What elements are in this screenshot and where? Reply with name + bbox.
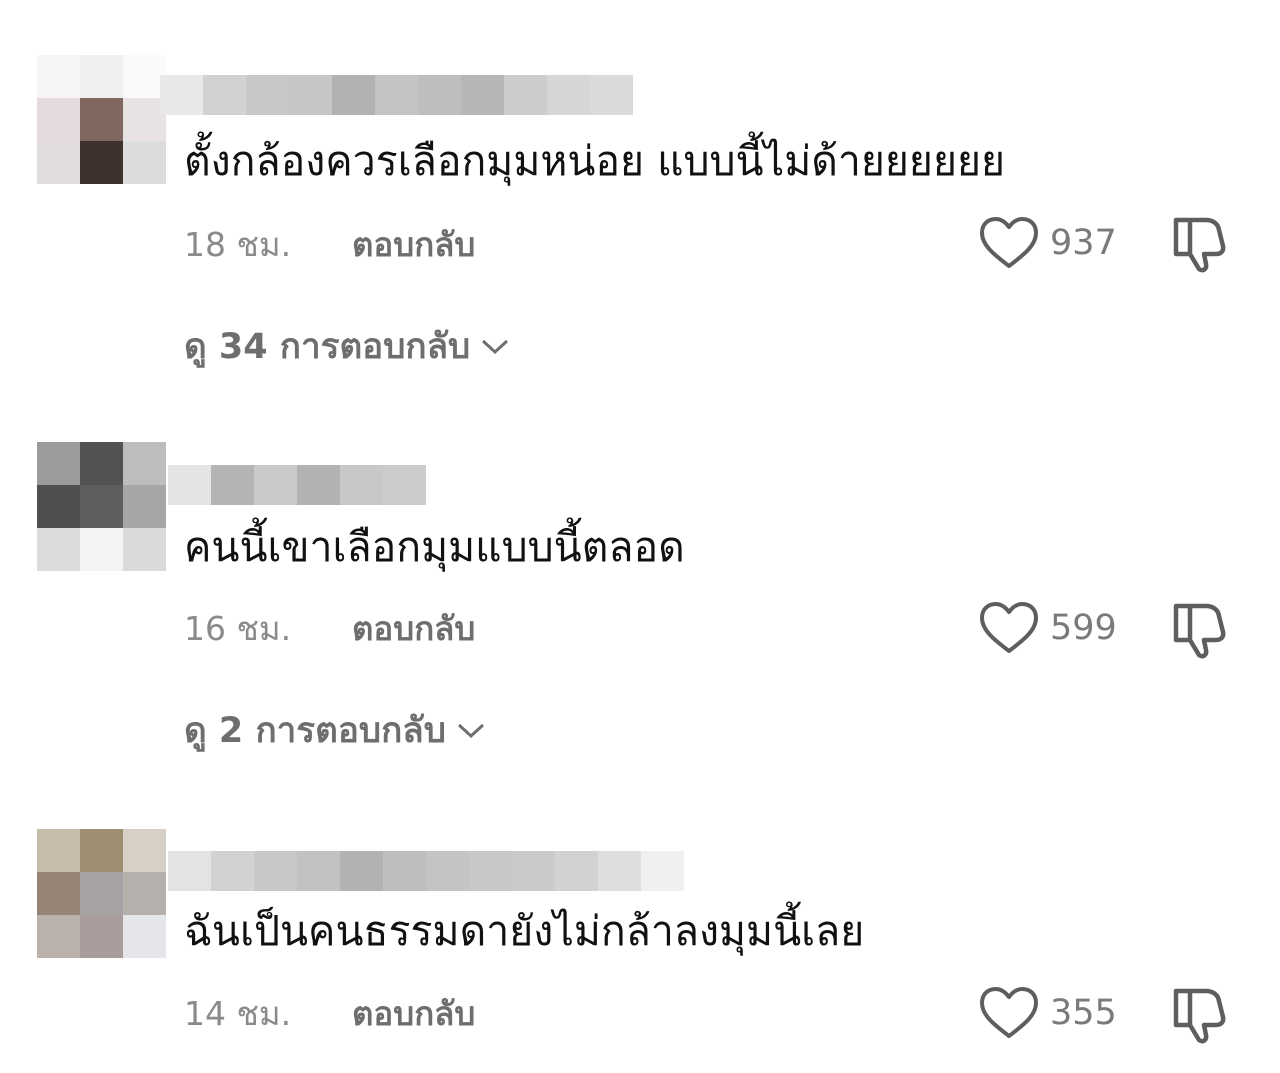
- view-replies-button[interactable]: ดู 2 การตอบกลับ: [184, 705, 486, 755]
- like-count: 599: [1050, 608, 1117, 648]
- username-pixel: [469, 851, 512, 891]
- thumbs-down-outline-icon: [1173, 988, 1226, 1044]
- username-pixel: [211, 465, 254, 505]
- avatar-pixel: [80, 442, 123, 485]
- username-pixel: [426, 851, 469, 891]
- avatar-pixel: [37, 141, 80, 184]
- heart-outline-icon: [980, 987, 1038, 1038]
- reply-button[interactable]: ตอบกลับ: [352, 602, 475, 655]
- avatar-pixel: [123, 915, 166, 958]
- username-pixel: [340, 465, 383, 505]
- avatar[interactable]: [37, 442, 166, 571]
- heart-outline-icon: [980, 602, 1038, 653]
- username-pixel: [598, 851, 641, 891]
- comment-time: 18 ชม.: [184, 224, 292, 264]
- avatar-pixel: [123, 528, 166, 571]
- username-pixel: [203, 75, 246, 115]
- username-pixel: [375, 75, 418, 115]
- comment-time: 14 ชม.: [184, 993, 292, 1033]
- username-pixel: [512, 851, 555, 891]
- avatar-pixel: [123, 141, 166, 184]
- avatar-pixel: [80, 98, 123, 141]
- username-pixel: [254, 851, 297, 891]
- username-pixel: [297, 465, 340, 505]
- username-pixel: [383, 851, 426, 891]
- avatar-pixel: [123, 829, 166, 872]
- username-blurred[interactable]: [168, 851, 684, 891]
- avatar-pixel: [80, 872, 123, 915]
- avatar-pixel: [37, 872, 80, 915]
- avatar-pixel: [80, 485, 123, 528]
- username-pixel: [504, 75, 547, 115]
- reply-button[interactable]: ตอบกลับ: [352, 218, 475, 271]
- username-pixel: [547, 75, 590, 115]
- username-pixel: [418, 75, 461, 115]
- view-replies-label: ดู 34 การตอบกลับ: [184, 326, 471, 367]
- username-pixel: [160, 75, 203, 115]
- thumbs-down-outline-icon: [1173, 603, 1226, 659]
- username-blurred[interactable]: [160, 75, 633, 115]
- avatar-pixel: [37, 98, 80, 141]
- avatar-pixel: [80, 55, 123, 98]
- username-pixel: [383, 465, 426, 505]
- avatar-pixel: [37, 485, 80, 528]
- username-pixel: [246, 75, 289, 115]
- username-pixel: [641, 851, 684, 891]
- avatar-pixel: [37, 442, 80, 485]
- username-pixel: [168, 851, 211, 891]
- chevron-down-icon: [482, 339, 509, 355]
- view-replies-label: ดู 2 การตอบกลับ: [184, 710, 446, 751]
- username-pixel: [340, 851, 383, 891]
- username-pixel: [297, 851, 340, 891]
- comment-time: 16 ชม.: [184, 608, 292, 648]
- thumbs-down-outline-icon: [1173, 217, 1226, 273]
- username-pixel: [461, 75, 504, 115]
- comment-meta: 14 ชม. ตอบกลับ: [184, 990, 475, 1036]
- avatar-pixel: [37, 55, 80, 98]
- username-pixel: [254, 465, 297, 505]
- avatar-pixel: [80, 915, 123, 958]
- heart-outline-icon: [980, 217, 1038, 268]
- reply-button[interactable]: ตอบกลับ: [352, 987, 475, 1040]
- username-pixel: [555, 851, 598, 891]
- avatar[interactable]: [37, 55, 166, 184]
- avatar[interactable]: [37, 829, 166, 958]
- dislike-button[interactable]: [1168, 212, 1230, 274]
- view-replies-button[interactable]: ดู 34 การตอบกลับ: [184, 321, 510, 371]
- avatar-pixel: [80, 829, 123, 872]
- username-pixel: [332, 75, 375, 115]
- avatar-pixel: [123, 872, 166, 915]
- comment-text: คนนี้เขาเลือกมุมแบบนี้ตลอด: [184, 523, 685, 571]
- username-pixel: [289, 75, 332, 115]
- username-pixel: [211, 851, 254, 891]
- avatar-pixel: [37, 829, 80, 872]
- username-pixel: [590, 75, 633, 115]
- username-blurred[interactable]: [168, 465, 426, 505]
- comment-text: ตั้งกล้องควรเลือกมุมหน่อย แบบนี้ไม่ด้ายย…: [184, 137, 1006, 185]
- chevron-down-icon: [457, 723, 484, 739]
- avatar-pixel: [80, 528, 123, 571]
- comment-meta: 16 ชม. ตอบกลับ: [184, 605, 475, 651]
- avatar-pixel: [123, 485, 166, 528]
- comment-meta: 18 ชม. ตอบกลับ: [184, 221, 475, 267]
- dislike-button[interactable]: [1168, 983, 1230, 1045]
- like-button[interactable]: 937: [978, 213, 1117, 273]
- like-count: 355: [1050, 993, 1117, 1033]
- avatar-pixel: [123, 442, 166, 485]
- username-pixel: [168, 465, 211, 505]
- avatar-pixel: [37, 915, 80, 958]
- like-button[interactable]: 599: [978, 598, 1117, 658]
- avatar-pixel: [80, 141, 123, 184]
- like-count: 937: [1050, 223, 1117, 263]
- dislike-button[interactable]: [1168, 598, 1230, 660]
- comment-text: ฉันเป็นคนธรรมดายังไม่กล้าลงมุมนี้เลย: [184, 907, 865, 955]
- avatar-pixel: [37, 528, 80, 571]
- like-button[interactable]: 355: [978, 983, 1117, 1043]
